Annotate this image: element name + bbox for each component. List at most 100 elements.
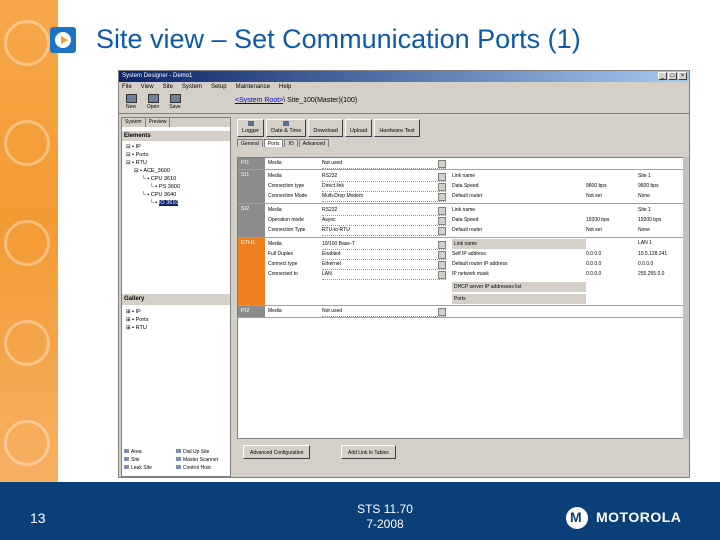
tree-item[interactable]: ⊟ ▪ Ports	[126, 151, 230, 159]
tab-preview[interactable]: Preview	[146, 118, 171, 127]
gallery-legend: Area Dial Up Site Site Master Scanner Le…	[124, 448, 228, 472]
connection-mode-select[interactable]: Multi-Drop Modem	[322, 192, 446, 202]
logger-button[interactable]: Logger	[237, 119, 265, 137]
bottom-button-bar: Advanced Configuration Add Link to Table…	[237, 443, 687, 463]
new-file-icon	[125, 94, 137, 103]
data-speed-select[interactable]: 9600 bps	[638, 182, 688, 191]
gallery-header: Gallery	[122, 294, 230, 305]
upload-button[interactable]: Upload	[344, 119, 373, 137]
ports-bar[interactable]: Ports	[452, 294, 586, 304]
full-duplex-select[interactable]: Enabled	[322, 250, 446, 260]
watermark-logo-icon	[4, 320, 50, 366]
legend-item[interactable]: Control Host	[176, 464, 228, 472]
connected-to-select[interactable]: LAN	[322, 270, 446, 280]
dhcp-list-bar[interactable]: DHCP server IP addresses list	[452, 282, 586, 292]
port-row-eth1: ETH1 Media 10/100 Base-T Full Duplex Enabl…	[238, 238, 686, 306]
port-name: PI1	[238, 158, 265, 169]
motorola-logo-icon: M	[566, 507, 588, 529]
vertical-scrollbar[interactable]	[683, 157, 689, 439]
tab-io[interactable]: IO	[284, 139, 298, 147]
close-button[interactable]: ×	[678, 72, 687, 80]
slide-title: Site view – Set Communication Ports (1)	[96, 24, 581, 54]
port-name: PI2	[238, 306, 265, 317]
save-button[interactable]: Save	[165, 93, 185, 113]
legend-item[interactable]: Area	[124, 448, 176, 456]
media-select[interactable]: RS232	[322, 172, 446, 182]
connection-type-select[interactable]: Direct link	[322, 182, 446, 192]
legend-item[interactable]: Master Scanner	[176, 456, 228, 464]
clock-icon	[283, 121, 290, 126]
menu-file[interactable]: File	[122, 82, 132, 92]
date-time-button[interactable]: Date & Time	[266, 119, 307, 137]
hardware-test-button[interactable]: Hardware Test	[374, 119, 420, 137]
tree-item[interactable]: ⊟ ▪ ACE_3600	[126, 167, 230, 175]
window-title: System Designer - Demo1	[122, 73, 193, 79]
menu-site[interactable]: Site	[163, 82, 173, 92]
elements-pane: System Preview Elements ⊟ ▪ IP ⊟ ▪ Ports…	[121, 117, 231, 477]
gallery-item[interactable]: ⊞ ▪ RTU	[126, 324, 148, 332]
elements-header: Elements	[122, 131, 230, 141]
gallery-item[interactable]: ⊞ ▪ IP	[126, 308, 148, 316]
menu-help[interactable]: Help	[279, 82, 291, 92]
media-select[interactable]: Not used	[322, 159, 446, 169]
open-button[interactable]: Open	[143, 93, 163, 113]
default-router-ip-input[interactable]: 0.0.0.0	[638, 260, 688, 269]
operation-mode-select[interactable]: Async	[322, 216, 446, 226]
toolbar: New Open Save <System Root>\ Site_100(Ma…	[119, 92, 689, 114]
legend-item[interactable]: Site	[124, 456, 176, 464]
tab-system[interactable]: System	[122, 118, 146, 127]
tree-item[interactable]: ⊟ ▪ RTU	[126, 159, 230, 167]
new-button[interactable]: New	[121, 93, 141, 113]
footer-version: STS 11.70	[357, 502, 413, 516]
tree-item[interactable]: └ ▪ CPU 3610	[126, 175, 230, 183]
tree-item[interactable]: └ ▪ CPU 3640	[126, 191, 230, 199]
breadcrumb-root-link[interactable]: <System Root>	[235, 97, 283, 104]
tab-general[interactable]: General	[237, 139, 263, 147]
menu-bar: File View Site System Setup Maintenance …	[119, 82, 689, 92]
self-ip-input[interactable]: 10.5.128.241	[638, 250, 688, 259]
watermark-logo-icon	[4, 20, 50, 66]
download-button[interactable]: Download	[308, 119, 343, 137]
add-link-to-tables-button[interactable]: Add Link to Tables	[341, 445, 396, 459]
menu-view[interactable]: View	[141, 82, 154, 92]
save-icon	[169, 94, 181, 103]
media-select[interactable]: Not used	[322, 307, 446, 317]
port-name: SI1	[238, 170, 265, 203]
data-speed-select[interactable]: 19200 bps	[638, 216, 688, 225]
connect-type-select[interactable]: Ethernet	[322, 260, 446, 270]
menu-system[interactable]: System	[182, 82, 202, 92]
watermark-logo-icon	[4, 120, 50, 166]
media-select[interactable]: RS232	[322, 206, 446, 216]
network-mask-input[interactable]: 255.255.0.0	[638, 270, 688, 279]
lan-select[interactable]: LAN 1	[638, 239, 688, 248]
watermark-logo-icon	[4, 220, 50, 266]
tab-ports[interactable]: Ports	[263, 139, 284, 147]
footer-info: STS 11.70 7-2008	[330, 502, 440, 532]
link-name-select[interactable]: Site 1	[638, 206, 688, 215]
media-select[interactable]: 10/100 Base-T	[322, 240, 446, 250]
legend-item[interactable]: Dial Up Site	[176, 448, 228, 456]
default-router-select[interactable]: None	[638, 192, 688, 201]
tab-advanced[interactable]: Advanced	[298, 139, 329, 147]
logger-icon	[247, 121, 254, 126]
connection-type-select[interactable]: RTU-to-RTU	[322, 226, 446, 236]
advanced-configuration-button[interactable]: Advanced Configuration	[243, 445, 311, 459]
tree-item-selected[interactable]: └ ▪ IO 3610	[126, 199, 230, 207]
menu-setup[interactable]: Setup	[211, 82, 227, 92]
maximize-button[interactable]: □	[668, 72, 677, 80]
brand-name: MOTOROLA	[596, 509, 682, 525]
port-row-pi2: PI2 Media Not used	[238, 306, 686, 318]
link-name-select[interactable]: Site 1	[638, 172, 688, 181]
footer-date: 7-2008	[366, 517, 404, 531]
elements-tree: ⊟ ▪ IP ⊟ ▪ Ports ⊟ ▪ RTU ⊟ ▪ ACE_3600 └ …	[122, 141, 230, 207]
tree-item[interactable]: ⊟ ▪ IP	[126, 143, 230, 151]
minimize-button[interactable]: _	[658, 72, 667, 80]
gallery-item[interactable]: ⊞ ▪ Ports	[126, 316, 148, 324]
link-name-bar: Link name	[452, 239, 586, 249]
page-number: 13	[30, 510, 46, 526]
site-view-pane: Logger Date & Time Download Upload Hardw…	[235, 117, 689, 477]
default-router-select[interactable]: None	[638, 226, 688, 235]
tree-item[interactable]: └ ▪ PS 3600	[126, 183, 230, 191]
legend-item[interactable]: Leak Site	[124, 464, 176, 472]
menu-maintenance[interactable]: Maintenance	[236, 82, 270, 92]
